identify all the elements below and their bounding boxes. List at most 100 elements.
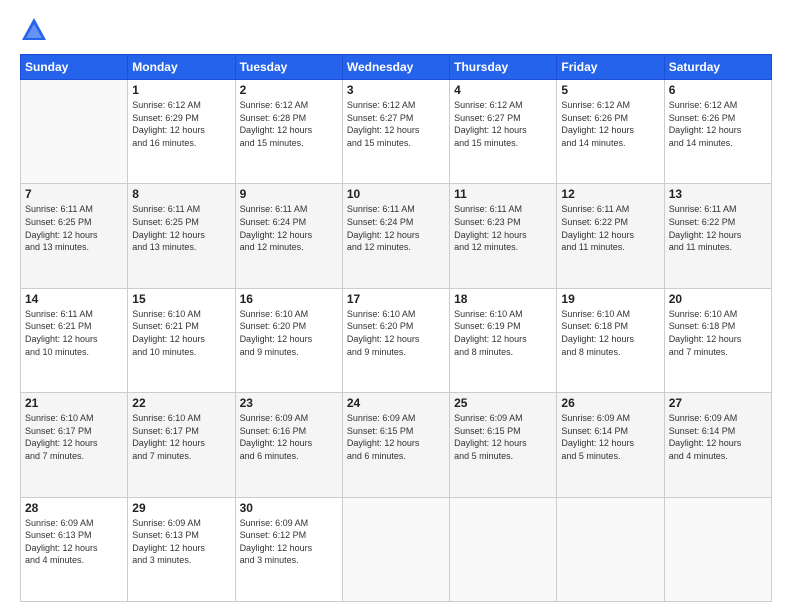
day-info: Sunrise: 6:09 AM Sunset: 6:15 PM Dayligh… [454,412,552,462]
calendar-cell: 28Sunrise: 6:09 AM Sunset: 6:13 PM Dayli… [21,497,128,601]
day-number: 15 [132,292,230,306]
logo-icon [20,16,48,44]
day-info: Sunrise: 6:10 AM Sunset: 6:17 PM Dayligh… [25,412,123,462]
day-number: 18 [454,292,552,306]
day-number: 11 [454,187,552,201]
weekday-sunday: Sunday [21,55,128,80]
day-info: Sunrise: 6:09 AM Sunset: 6:15 PM Dayligh… [347,412,445,462]
calendar-cell: 11 Sunrise: 6:11 AM Sunset: 6:23 PM Dayli… [450,184,557,288]
day-number: 29 [132,501,230,515]
calendar-cell: 13Sunrise: 6:11 AM Sunset: 6:22 PM Dayli… [664,184,771,288]
day-info: Sunrise: 6:09 AM Sunset: 6:13 PM Dayligh… [25,517,123,567]
logo [20,16,52,44]
calendar-cell: 25 Sunrise: 6:09 AM Sunset: 6:15 PM Dayli… [450,393,557,497]
day-number: 25 [454,396,552,410]
day-info: Sunrise: 6:09 AM Sunset: 6:14 PM Dayligh… [561,412,659,462]
page: SundayMondayTuesdayWednesdayThursdayFrid… [0,0,792,612]
day-number: 14 [25,292,123,306]
calendar-cell: 15 Sunrise: 6:10 AM Sunset: 6:21 PM Dayli… [128,288,235,392]
calendar-cell: 7Sunrise: 6:11 AM Sunset: 6:25 PM Daylig… [21,184,128,288]
weekday-saturday: Saturday [664,55,771,80]
calendar-cell: 14 Sunrise: 6:11 AM Sunset: 6:21 PM Dayli… [21,288,128,392]
day-number: 10 [347,187,445,201]
calendar-cell: 9 Sunrise: 6:11 AM Sunset: 6:24 PM Daylig… [235,184,342,288]
day-info: Sunrise: 6:11 AM Sunset: 6:22 PM Dayligh… [561,203,659,253]
calendar-cell: 20Sunrise: 6:10 AM Sunset: 6:18 PM Dayli… [664,288,771,392]
calendar-cell: 27 Sunrise: 6:09 AM Sunset: 6:14 PM Dayli… [664,393,771,497]
calendar-cell: 17Sunrise: 6:10 AM Sunset: 6:20 PM Dayli… [342,288,449,392]
calendar-cell: 3Sunrise: 6:12 AM Sunset: 6:27 PM Daylig… [342,80,449,184]
calendar-cell: 21 Sunrise: 6:10 AM Sunset: 6:17 PM Dayli… [21,393,128,497]
day-info: Sunrise: 6:12 AM Sunset: 6:26 PM Dayligh… [669,99,767,149]
day-info: Sunrise: 6:11 AM Sunset: 6:21 PM Dayligh… [25,308,123,358]
day-info: Sunrise: 6:12 AM Sunset: 6:27 PM Dayligh… [347,99,445,149]
calendar-week-row: 28Sunrise: 6:09 AM Sunset: 6:13 PM Dayli… [21,497,772,601]
calendar-cell: 22 Sunrise: 6:10 AM Sunset: 6:17 PM Dayli… [128,393,235,497]
calendar-cell [664,497,771,601]
day-info: Sunrise: 6:10 AM Sunset: 6:19 PM Dayligh… [454,308,552,358]
day-number: 17 [347,292,445,306]
day-info: Sunrise: 6:12 AM Sunset: 6:29 PM Dayligh… [132,99,230,149]
calendar-cell [450,497,557,601]
calendar-cell: 10 Sunrise: 6:11 AM Sunset: 6:24 PM Dayli… [342,184,449,288]
day-number: 23 [240,396,338,410]
weekday-thursday: Thursday [450,55,557,80]
day-number: 1 [132,83,230,97]
calendar-cell: 4 Sunrise: 6:12 AM Sunset: 6:27 PM Daylig… [450,80,557,184]
day-info: Sunrise: 6:11 AM Sunset: 6:25 PM Dayligh… [132,203,230,253]
day-info: Sunrise: 6:11 AM Sunset: 6:23 PM Dayligh… [454,203,552,253]
calendar-cell: 30 Sunrise: 6:09 AM Sunset: 6:12 PM Dayli… [235,497,342,601]
day-info: Sunrise: 6:11 AM Sunset: 6:24 PM Dayligh… [240,203,338,253]
day-info: Sunrise: 6:11 AM Sunset: 6:24 PM Dayligh… [347,203,445,253]
day-info: Sunrise: 6:09 AM Sunset: 6:13 PM Dayligh… [132,517,230,567]
day-info: Sunrise: 6:12 AM Sunset: 6:27 PM Dayligh… [454,99,552,149]
calendar-cell: 23 Sunrise: 6:09 AM Sunset: 6:16 PM Dayli… [235,393,342,497]
day-info: Sunrise: 6:10 AM Sunset: 6:21 PM Dayligh… [132,308,230,358]
day-info: Sunrise: 6:10 AM Sunset: 6:20 PM Dayligh… [240,308,338,358]
calendar-cell [557,497,664,601]
day-info: Sunrise: 6:10 AM Sunset: 6:18 PM Dayligh… [561,308,659,358]
calendar-week-row: 14 Sunrise: 6:11 AM Sunset: 6:21 PM Dayli… [21,288,772,392]
calendar-cell: 29 Sunrise: 6:09 AM Sunset: 6:13 PM Dayli… [128,497,235,601]
calendar-cell: 2 Sunrise: 6:12 AM Sunset: 6:28 PM Daylig… [235,80,342,184]
calendar-cell: 24 Sunrise: 6:09 AM Sunset: 6:15 PM Dayli… [342,393,449,497]
calendar-week-row: 1 Sunrise: 6:12 AM Sunset: 6:29 PM Daylig… [21,80,772,184]
day-number: 8 [132,187,230,201]
day-number: 4 [454,83,552,97]
day-number: 5 [561,83,659,97]
day-number: 20 [669,292,767,306]
header [20,16,772,44]
day-number: 13 [669,187,767,201]
calendar-cell: 1 Sunrise: 6:12 AM Sunset: 6:29 PM Daylig… [128,80,235,184]
day-number: 22 [132,396,230,410]
calendar-cell: 8 Sunrise: 6:11 AM Sunset: 6:25 PM Daylig… [128,184,235,288]
calendar-cell: 26 Sunrise: 6:09 AM Sunset: 6:14 PM Dayli… [557,393,664,497]
day-info: Sunrise: 6:09 AM Sunset: 6:12 PM Dayligh… [240,517,338,567]
calendar-table: SundayMondayTuesdayWednesdayThursdayFrid… [20,54,772,602]
calendar-cell: 19 Sunrise: 6:10 AM Sunset: 6:18 PM Dayli… [557,288,664,392]
day-info: Sunrise: 6:09 AM Sunset: 6:14 PM Dayligh… [669,412,767,462]
day-number: 19 [561,292,659,306]
weekday-friday: Friday [557,55,664,80]
day-number: 7 [25,187,123,201]
weekday-tuesday: Tuesday [235,55,342,80]
calendar-cell: 6 Sunrise: 6:12 AM Sunset: 6:26 PM Daylig… [664,80,771,184]
calendar-cell: 16 Sunrise: 6:10 AM Sunset: 6:20 PM Dayli… [235,288,342,392]
day-number: 21 [25,396,123,410]
day-info: Sunrise: 6:09 AM Sunset: 6:16 PM Dayligh… [240,412,338,462]
calendar-week-row: 7 Sunrise: 6:11 AM Sunset: 6:25 PM Daylig… [21,184,772,288]
day-number: 30 [240,501,338,515]
calendar-cell: 5Sunrise: 6:12 AM Sunset: 6:26 PM Daylig… [557,80,664,184]
day-number: 2 [240,83,338,97]
day-info: Sunrise: 6:10 AM Sunset: 6:17 PM Dayligh… [132,412,230,462]
weekday-monday: Monday [128,55,235,80]
day-number: 24 [347,396,445,410]
day-number: 6 [669,83,767,97]
day-number: 16 [240,292,338,306]
day-info: Sunrise: 6:12 AM Sunset: 6:28 PM Dayligh… [240,99,338,149]
weekday-wednesday: Wednesday [342,55,449,80]
calendar-cell [21,80,128,184]
day-number: 9 [240,187,338,201]
day-number: 26 [561,396,659,410]
day-number: 27 [669,396,767,410]
